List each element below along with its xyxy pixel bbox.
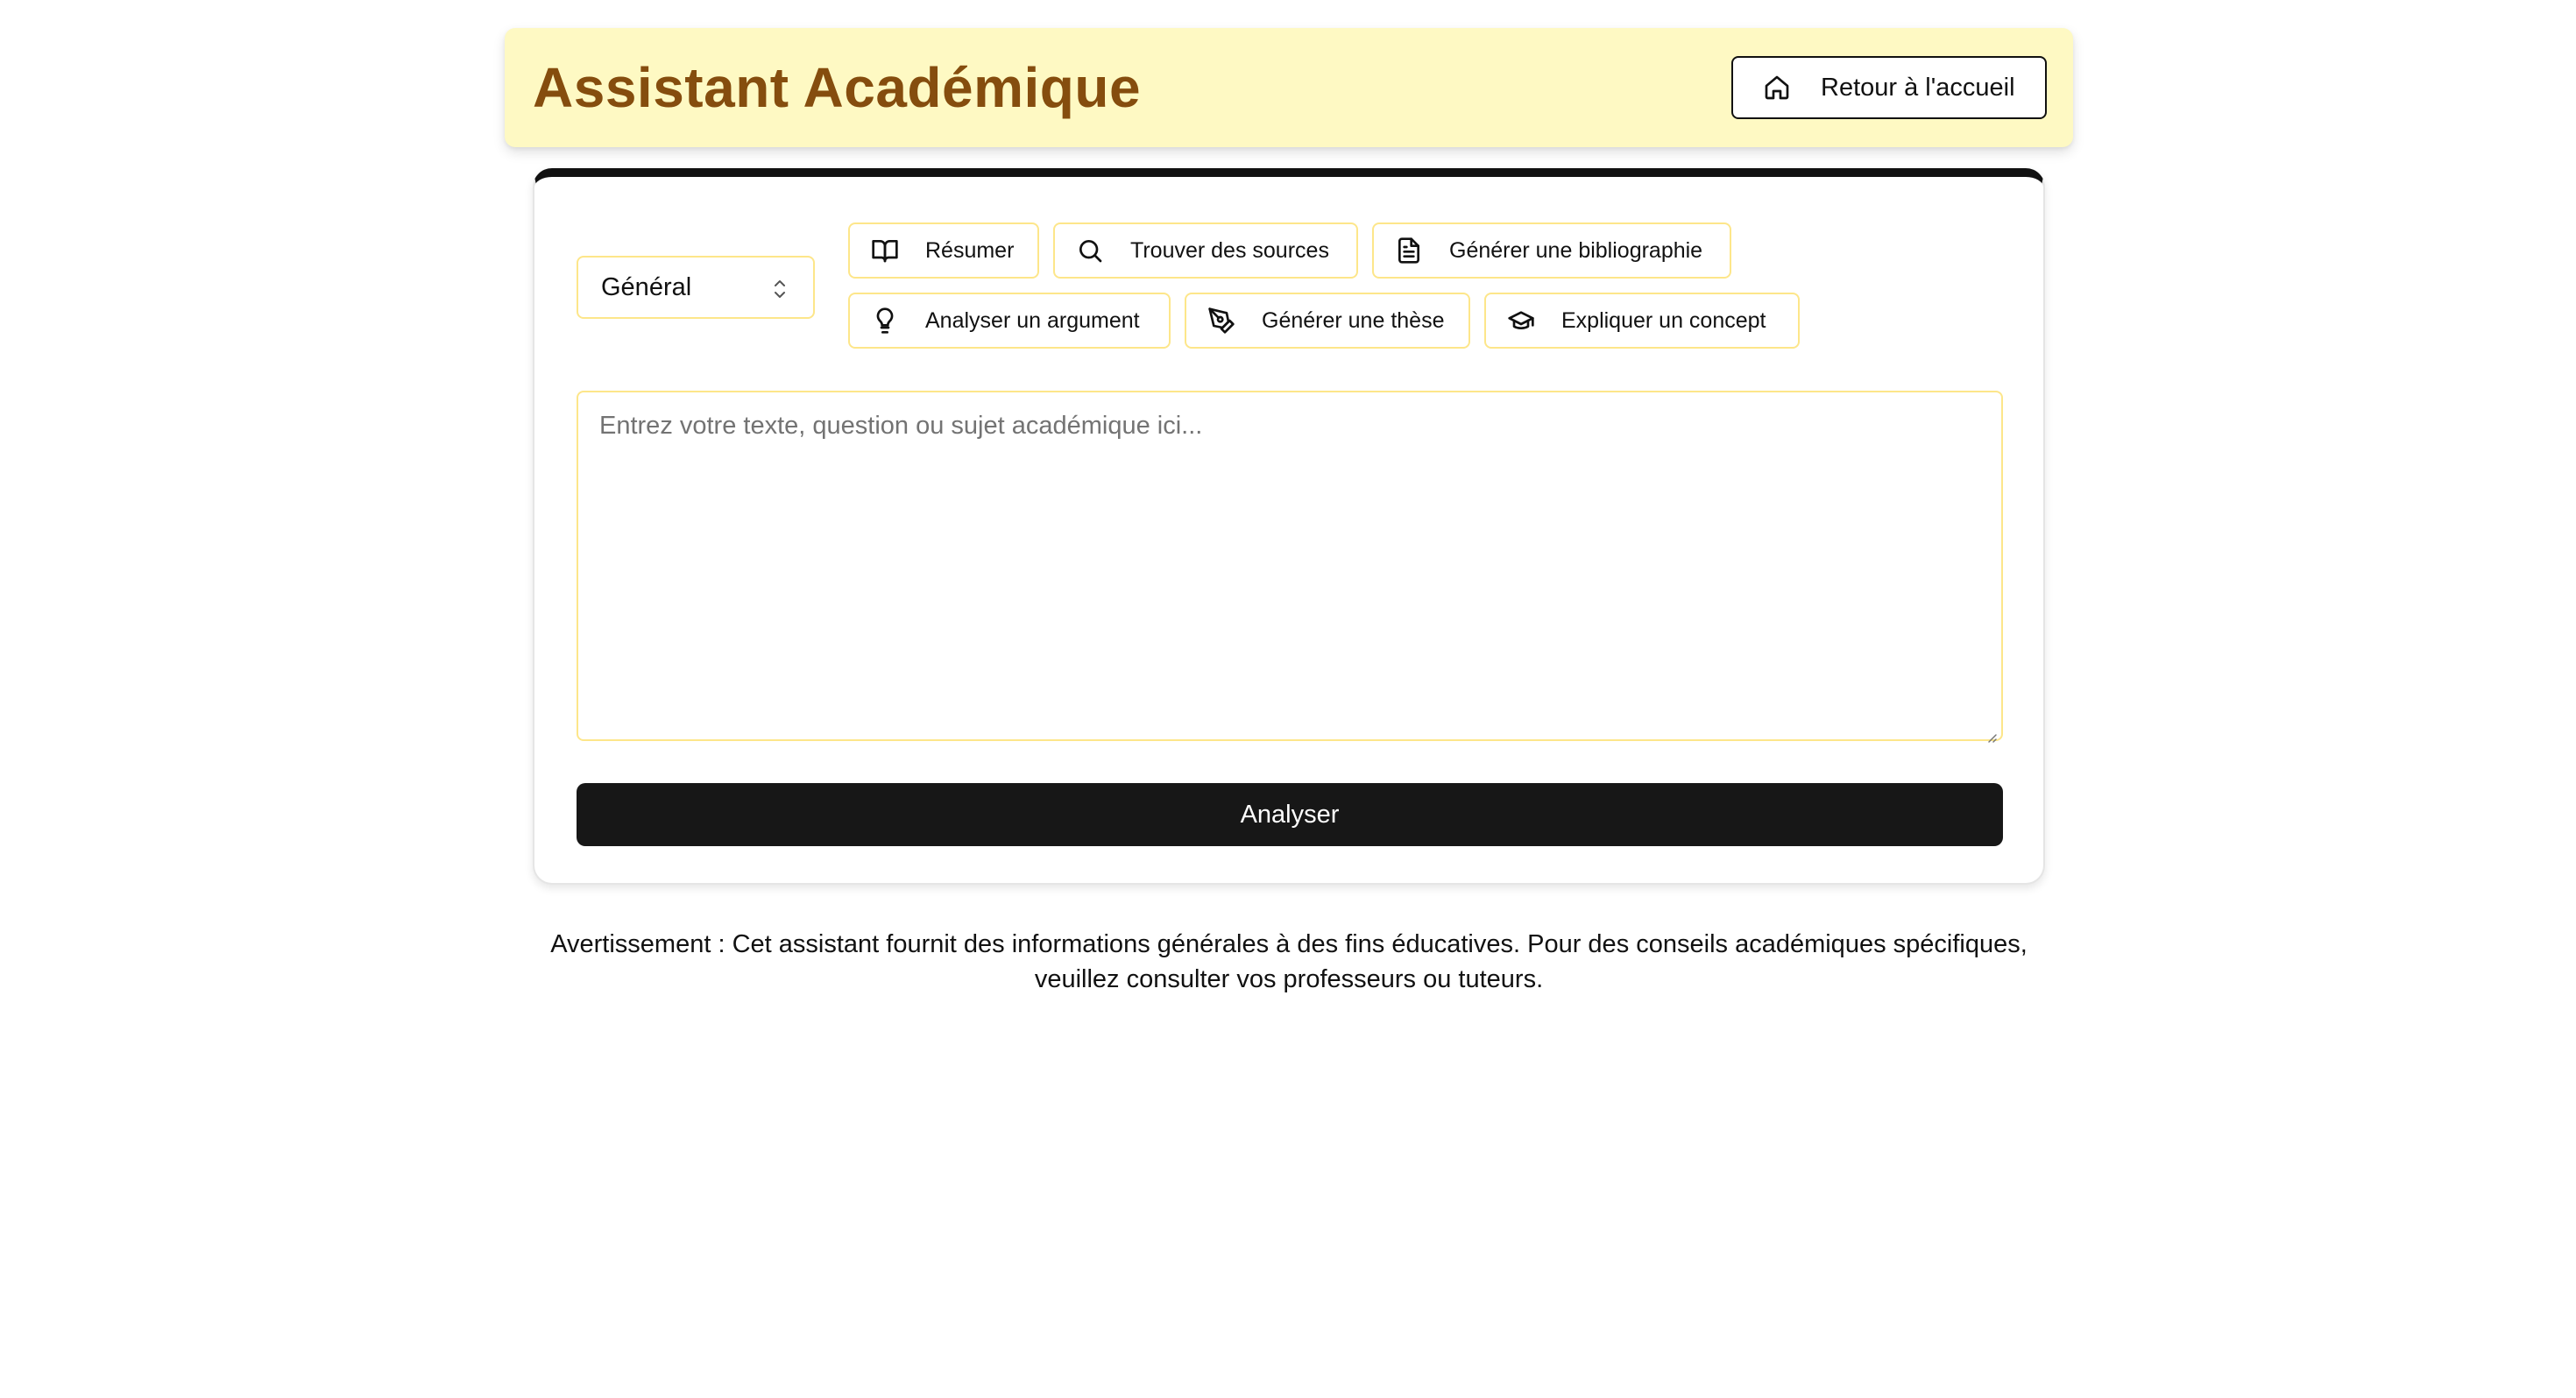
explain-concept-button[interactable]: Expliquer un concept [1484,293,1800,349]
generate-thesis-button-label: Générer une thèse [1262,307,1445,333]
find-sources-button[interactable]: Trouver des sources [1053,222,1358,279]
app-header: Assistant Académique Retour à l'accueil [505,28,2073,147]
disclaimer-line-1: Avertissement : Cet assistant fournit de… [550,930,2028,958]
file-text-icon [1395,237,1423,265]
home-icon [1763,74,1791,102]
category-select[interactable]: Général [577,256,815,319]
home-button[interactable]: Retour à l'accueil [1731,56,2047,119]
category-select-value: Général [601,272,692,301]
book-open-icon [871,237,899,265]
graduation-cap-icon [1507,307,1535,335]
disclaimer-line-2: veuillez consulter vos professeurs ou tu… [1034,965,1544,993]
analyze-argument-button[interactable]: Analyser un argument [848,293,1171,349]
explain-concept-button-label: Expliquer un concept [1561,307,1766,333]
lightbulb-icon [871,307,899,335]
summarize-button-label: Résumer [925,237,1015,263]
analyze-argument-button-label: Analyser un argument [925,307,1140,333]
search-icon [1076,237,1104,265]
query-textarea[interactable]: Entrez votre texte, question ou sujet ac… [577,391,2003,743]
analyze-button[interactable]: Analyser [577,783,2003,846]
generate-thesis-button[interactable]: Générer une thèse [1185,293,1470,349]
find-sources-button-label: Trouver des sources [1130,237,1329,263]
disclaimer: Avertissement : Cet assistant fournit de… [505,927,2073,997]
home-button-label: Retour à l'accueil [1821,73,2015,102]
generate-bibliography-button[interactable]: Générer une bibliographie [1372,222,1731,279]
page-title: Assistant Académique [533,56,1142,119]
pen-tool-icon [1207,307,1235,335]
generate-bibliography-button-label: Générer une bibliographie [1449,237,1703,263]
assistant-card: Général Résumer Trouver des sources Géné… [533,168,2045,885]
query-textarea-placeholder: Entrez votre texte, question ou sujet ac… [599,412,1203,440]
summarize-button[interactable]: Résumer [848,222,1039,279]
analyze-button-label: Analyser [1240,800,1340,829]
chevrons-up-down-icon [771,275,789,303]
resize-handle-icon[interactable] [1984,722,1998,743]
